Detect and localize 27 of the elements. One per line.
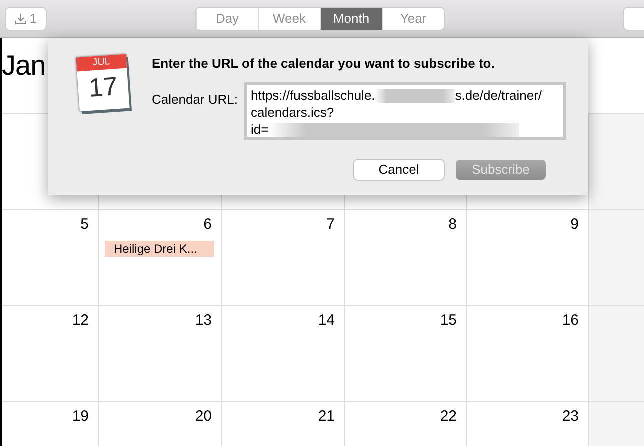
day-number: 22 (440, 407, 457, 427)
day-number: 19 (72, 407, 89, 427)
field-label: Calendar URL: (152, 90, 238, 108)
icon-month: JUL (76, 54, 128, 72)
day-number: 7 (326, 215, 335, 235)
inbox-button[interactable]: 1 (6, 8, 46, 30)
url-field[interactable]: https://fussballschule. s.de/de/trainer/ calendars.ics? id= (244, 82, 566, 140)
icon-day: 17 (88, 69, 119, 105)
month-title: Jan (2, 52, 46, 80)
day-number: 6 (204, 215, 212, 235)
event-chip[interactable]: Heilige Drei K... (105, 240, 214, 256)
day-number: 20 (195, 407, 212, 427)
day-number: 23 (562, 407, 579, 427)
day-number: 9 (570, 215, 579, 235)
day-number: 5 (80, 215, 89, 235)
day-number: 16 (562, 311, 579, 331)
download-icon (14, 12, 27, 24)
day-number: 12 (72, 311, 89, 331)
view-tab[interactable]: Month (320, 8, 382, 30)
dialog-message: Enter the URL of the calendar you want to subscribe to. (152, 55, 496, 73)
day-number: 13 (195, 311, 212, 331)
dialog-button[interactable]: Cancel (354, 160, 444, 180)
day-number: 21 (318, 407, 335, 427)
day-number: 15 (440, 311, 457, 331)
day-number: 8 (448, 215, 457, 235)
view-tab[interactable]: Year (382, 8, 444, 30)
day-number: 14 (318, 311, 335, 331)
